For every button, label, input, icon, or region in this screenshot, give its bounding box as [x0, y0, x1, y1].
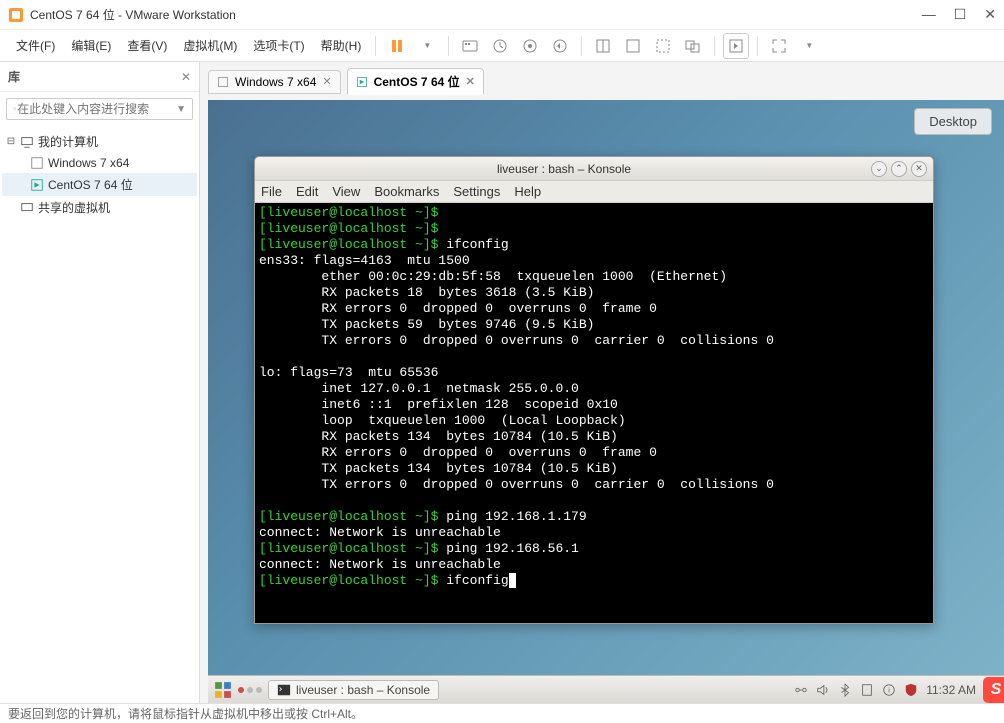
pager[interactable] [238, 687, 262, 693]
konsole-menu-file[interactable]: File [261, 184, 282, 199]
search-input[interactable]: ▼ [6, 98, 193, 120]
svg-text:i: i [888, 687, 890, 694]
menu-edit[interactable]: 编辑(E) [65, 33, 117, 58]
taskbar-task-konsole[interactable]: liveuser : bash – Konsole [268, 680, 439, 700]
status-message: 要返回到您的计算机，请将鼠标指针从虚拟机中移出或按 Ctrl+Alt。 [8, 705, 363, 722]
konsole-window[interactable]: liveuser : bash – Konsole ⌄ ⌃ ✕ File Edi… [254, 156, 934, 624]
bluetooth-icon[interactable] [838, 683, 852, 697]
menubar: 文件(F) 编辑(E) 查看(V) 虚拟机(M) 选项卡(T) 帮助(H) ▼ … [0, 30, 1004, 62]
fit-button[interactable] [650, 33, 676, 59]
watermark-icon: S [983, 677, 1004, 703]
tree-root-mycomputer[interactable]: ⊟ 我的计算机 [2, 130, 197, 153]
network-icon[interactable] [794, 683, 808, 697]
tree-shared-label: 共享的虚拟机 [38, 199, 110, 216]
konsole-menubar: File Edit View Bookmarks Settings Help [255, 181, 933, 203]
tree-root-label: 我的计算机 [38, 133, 98, 150]
vm-tree: ⊟ 我的计算机 Windows 7 x64 CentOS 7 64 位 共享的虚… [0, 126, 199, 223]
content-area: Windows 7 x64 ✕ CentOS 7 64 位 ✕ Desktop … [200, 62, 1004, 703]
shield-icon[interactable] [904, 683, 918, 697]
vm-tabs: Windows 7 x64 ✕ CentOS 7 64 位 ✕ [200, 62, 1004, 101]
konsole-menu-view[interactable]: View [332, 184, 360, 199]
dropdown-icon[interactable]: ▼ [796, 33, 822, 59]
guest-taskbar: liveuser : bash – Konsole i 11:32 AM [208, 675, 1004, 703]
start-button[interactable] [214, 681, 232, 699]
snapshot-manage-button[interactable] [517, 33, 543, 59]
konsole-menu-settings[interactable]: Settings [453, 184, 500, 199]
fullscreen-button[interactable] [766, 33, 792, 59]
vm-icon [30, 156, 44, 170]
menu-file[interactable]: 文件(F) [10, 33, 61, 58]
tray-time[interactable]: 11:32 AM [926, 683, 976, 697]
desktop-switcher[interactable]: Desktop [914, 108, 992, 135]
konsole-menu-edit[interactable]: Edit [296, 184, 318, 199]
close-button[interactable]: ✕ [984, 6, 996, 23]
menu-vm[interactable]: 虚拟机(M) [177, 33, 243, 58]
menu-view[interactable]: 查看(V) [121, 33, 173, 58]
start-icon [214, 681, 232, 699]
vm-running-icon [356, 76, 368, 88]
terminal-icon [277, 683, 291, 697]
system-tray: i 11:32 AM [794, 683, 998, 697]
konsole-title: liveuser : bash – Konsole [261, 162, 867, 176]
clipboard-icon[interactable] [860, 683, 874, 697]
pause-button[interactable] [384, 33, 410, 59]
view-console-button[interactable] [620, 33, 646, 59]
task-label: liveuser : bash – Konsole [296, 683, 430, 697]
konsole-menu-help[interactable]: Help [514, 184, 541, 199]
tree-root-shared[interactable]: 共享的虚拟机 [2, 196, 197, 219]
tab-windows7[interactable]: Windows 7 x64 ✕ [208, 70, 341, 94]
vm-icon [217, 76, 229, 88]
konsole-minimize-button[interactable]: ⌄ [871, 161, 887, 177]
minimize-button[interactable]: — [922, 6, 936, 23]
tree-item-label: CentOS 7 64 位 [48, 176, 133, 193]
konsole-menu-bookmarks[interactable]: Bookmarks [374, 184, 439, 199]
tree-item-windows7[interactable]: Windows 7 x64 [2, 153, 197, 173]
konsole-maximize-button[interactable]: ⌃ [891, 161, 907, 177]
search-field[interactable] [17, 102, 172, 116]
vm-display[interactable]: Desktop liveuser : bash – Konsole ⌄ ⌃ ✕ … [208, 100, 1004, 703]
statusbar: 要返回到您的计算机，请将鼠标指针从虚拟机中移出或按 Ctrl+Alt。 [0, 703, 1004, 723]
dropdown-icon[interactable]: ▼ [414, 33, 440, 59]
view-single-button[interactable] [590, 33, 616, 59]
close-panel-icon[interactable]: ✕ [181, 70, 191, 84]
tab-close-icon[interactable]: ✕ [322, 75, 331, 88]
tab-label: CentOS 7 64 位 [374, 73, 460, 90]
konsole-titlebar[interactable]: liveuser : bash – Konsole ⌄ ⌃ ✕ [255, 157, 933, 181]
tree-item-centos7[interactable]: CentOS 7 64 位 [2, 173, 197, 196]
maximize-button[interactable]: ☐ [954, 6, 967, 23]
tab-close-icon[interactable]: ✕ [466, 75, 475, 88]
library-header: 库 [8, 68, 181, 85]
vmware-icon [8, 7, 24, 23]
send-key-button[interactable] [457, 33, 483, 59]
window-title: CentOS 7 64 位 - VMware Workstation [30, 6, 922, 23]
shared-icon [20, 201, 34, 215]
unity-button[interactable] [680, 33, 706, 59]
tree-item-label: Windows 7 x64 [48, 156, 129, 170]
volume-icon[interactable] [816, 683, 830, 697]
vm-running-icon [30, 178, 44, 192]
konsole-close-button[interactable]: ✕ [911, 161, 927, 177]
terminal-output[interactable]: [liveuser@localhost ~]$ [liveuser@localh… [255, 203, 933, 623]
menu-tabs[interactable]: 选项卡(T) [247, 33, 310, 58]
tab-centos7[interactable]: CentOS 7 64 位 ✕ [347, 68, 484, 95]
library-panel: 库 ✕ ▼ ⊟ 我的计算机 Windows 7 x64 CentOS 7 64 … [0, 62, 200, 703]
tab-label: Windows 7 x64 [235, 75, 316, 89]
notification-icon[interactable]: i [882, 683, 896, 697]
computer-icon [20, 135, 34, 149]
window-titlebar: CentOS 7 64 位 - VMware Workstation — ☐ ✕ [0, 0, 1004, 30]
enter-vm-button[interactable] [723, 33, 749, 59]
search-dropdown-icon[interactable]: ▼ [176, 104, 186, 115]
snapshot-button[interactable] [487, 33, 513, 59]
revert-button[interactable] [547, 33, 573, 59]
menu-help[interactable]: 帮助(H) [315, 33, 368, 58]
